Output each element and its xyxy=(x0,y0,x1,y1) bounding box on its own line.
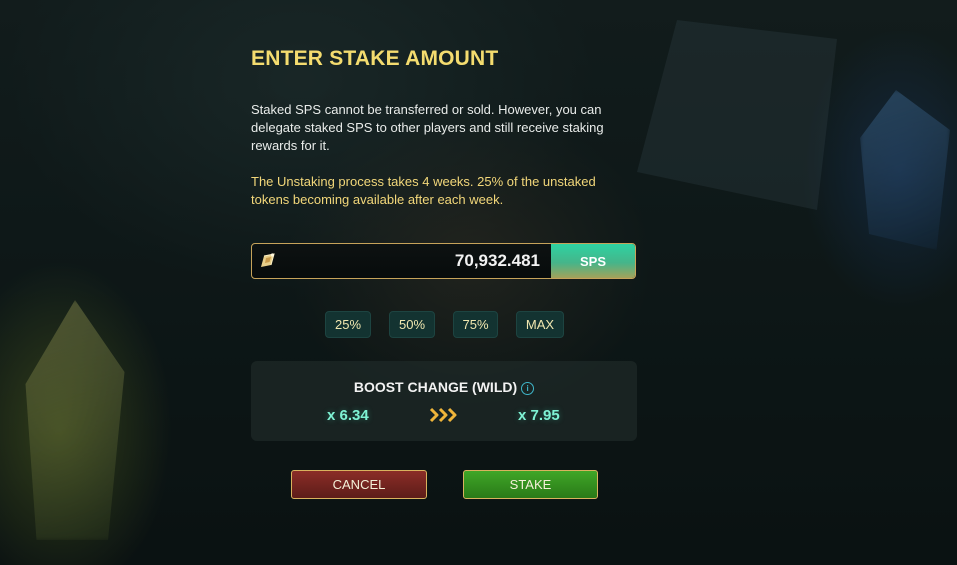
percent-75-button[interactable]: 75% xyxy=(453,311,498,338)
token-unit-label: SPS xyxy=(551,244,635,278)
boost-change-heading: BOOST CHANGE (WILD) i xyxy=(251,379,637,395)
percent-buttons: 25% 50% 75% MAX xyxy=(0,311,957,339)
triple-chevron-right-icon xyxy=(429,406,461,429)
percent-25-button[interactable]: 25% xyxy=(325,311,371,338)
unstaking-note: The Unstaking process takes 4 weeks. 25%… xyxy=(251,174,596,207)
percent-50-button[interactable]: 50% xyxy=(389,311,435,338)
info-icon[interactable]: i xyxy=(521,382,535,395)
stake-button[interactable]: STAKE xyxy=(463,470,598,499)
stake-modal: ENTER STAKE AMOUNT Staked SPS cannot be … xyxy=(0,0,957,565)
boost-change-panel: BOOST CHANGE (WILD) i x 6.34 x 7.95 xyxy=(251,361,637,441)
max-button[interactable]: MAX xyxy=(516,311,564,338)
boost-current-value: x 6.34 xyxy=(327,407,369,424)
boost-new-value: x 7.95 xyxy=(518,407,560,424)
stake-description: Staked SPS cannot be transferred or sold… xyxy=(251,102,604,153)
sps-token-icon xyxy=(252,244,284,278)
stake-amount-field: SPS xyxy=(251,243,636,279)
cancel-button[interactable]: CANCEL xyxy=(291,470,427,499)
stake-amount-input[interactable] xyxy=(284,244,551,278)
boost-change-title: BOOST CHANGE (WILD) xyxy=(353,379,518,395)
modal-title: ENTER STAKE AMOUNT xyxy=(251,47,499,70)
